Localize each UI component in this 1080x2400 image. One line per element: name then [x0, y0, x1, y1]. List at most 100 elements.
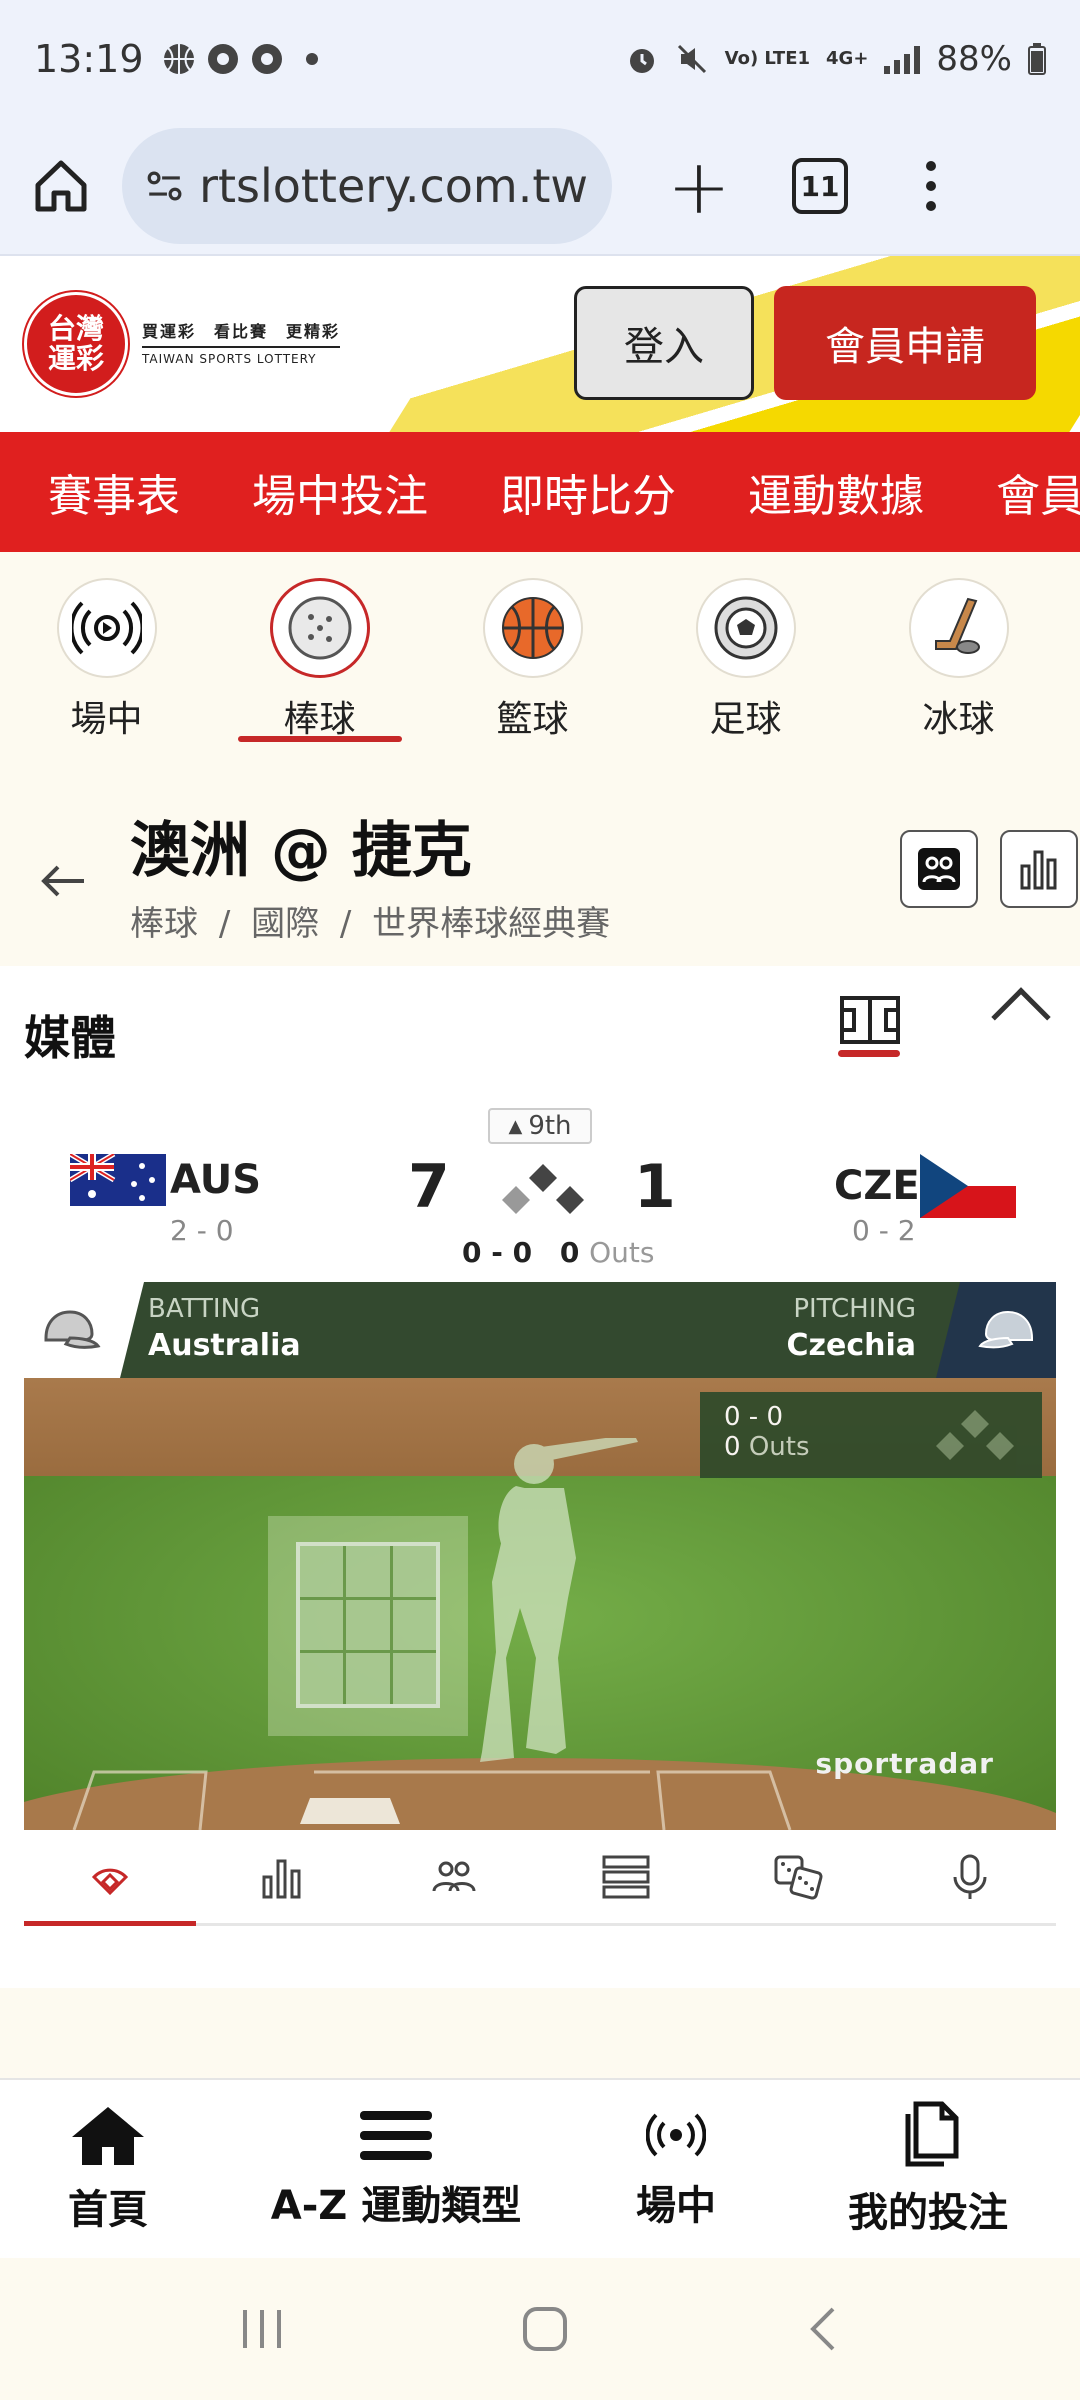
address-bar[interactable]: rtslottery.com.tw	[122, 128, 612, 244]
login-button[interactable]: 登入	[574, 286, 754, 400]
betslip-icon	[905, 2101, 959, 2167]
sport-tab-soccer[interactable]: 足球	[639, 552, 852, 752]
media-section: 媒體 ▲ 9th AUS 2 - 0 7 1 0 - 0 0 Outs CZE 0…	[0, 966, 1080, 1988]
sport-tab-basketball[interactable]: 籃球	[426, 552, 639, 752]
app-nav-home[interactable]: 首頁	[0, 2080, 216, 2258]
bases-icon	[502, 1164, 584, 1214]
sport-tab-hockey[interactable]: 冰球	[852, 552, 1065, 752]
main-nav: 賽事表 場中投注 即時比分 運動數據 會員	[0, 432, 1080, 552]
nav-live-scores[interactable]: 即時比分	[452, 460, 700, 524]
tab-commentary[interactable]	[884, 1830, 1056, 1923]
home-icon[interactable]	[30, 155, 92, 217]
baseball-field-visualization: 0 - 0 0 Outs sportradar	[24, 1378, 1056, 1830]
nav-sports-data[interactable]: 運動數據	[700, 460, 948, 524]
mic-icon	[953, 1854, 987, 1899]
pitching-cap-icon	[936, 1282, 1056, 1378]
scoreboard: ▲ 9th AUS 2 - 0 7 1 0 - 0 0 Outs CZE 0 - …	[0, 1108, 1080, 1269]
app-nav-live[interactable]: 場中	[576, 2080, 776, 2258]
breadcrumb: 棒球 / 國際 / 世界棒球經典賽	[130, 896, 610, 945]
live-icon	[56, 578, 157, 678]
nav-schedule[interactable]: 賽事表	[0, 460, 204, 524]
list-icon	[602, 1855, 650, 1898]
breadcrumb-item[interactable]: 棒球	[130, 904, 198, 944]
sport-tab-baseball[interactable]: 棒球	[213, 552, 426, 752]
logo-subtitle: TAIWAN SPORTS LOTTERY	[142, 346, 341, 366]
site-settings-icon[interactable]	[146, 166, 183, 206]
chrome-icon	[207, 44, 238, 74]
count-line: 0 - 0 0 Outs	[462, 1236, 654, 1269]
register-button[interactable]: 會員申請	[774, 286, 1036, 400]
breadcrumb-item[interactable]: 世界棒球經典賽	[372, 904, 610, 944]
stats-button[interactable]	[1000, 830, 1078, 908]
tab-lineup[interactable]	[368, 1830, 540, 1923]
recent-apps-icon[interactable]	[237, 2306, 287, 2352]
sport-tab-label: 籃球	[496, 699, 569, 740]
batting-bar: BATTING Australia PITCHING Czechia	[24, 1282, 1056, 1378]
batter-silhouette	[480, 1438, 638, 1762]
app-nav-label: 場中	[636, 2183, 716, 2229]
count-overlay: 0 - 0 0 Outs	[700, 1392, 1042, 1478]
sport-tab-label: 冰球	[922, 699, 995, 740]
overlay-bases-icon	[936, 1410, 1014, 1460]
collapse-chevron-icon[interactable]	[991, 987, 1051, 1047]
new-tab-button[interactable]: +	[664, 142, 734, 231]
tab-count-button[interactable]: 11	[792, 158, 848, 214]
mute-icon	[677, 44, 706, 74]
back-button-icon[interactable]	[803, 2304, 843, 2354]
lineup-icon	[918, 848, 960, 890]
dot-icon	[305, 53, 318, 65]
sport-tab-live[interactable]: 場中	[0, 552, 213, 752]
network-type: 4G+	[826, 48, 869, 69]
lineup-button[interactable]	[900, 830, 978, 908]
bottom-app-nav: 首頁 A-Z 運動類型 場中 我的投注	[0, 2078, 1080, 2258]
sport-tab-label: 棒球	[283, 699, 356, 740]
nav-live-betting[interactable]: 場中投注	[204, 460, 452, 524]
app-nav-my-bets[interactable]: 我的投注	[776, 2080, 1080, 2258]
baseball-icon	[269, 578, 370, 678]
breadcrumb-item[interactable]: 國際	[251, 904, 319, 944]
live-icon	[646, 2113, 706, 2157]
app-nav-label: 首頁	[68, 2187, 148, 2233]
czech-flag-icon	[919, 1154, 1016, 1218]
home-icon	[72, 2107, 144, 2165]
dice-icon	[774, 1855, 823, 1900]
home-button-icon[interactable]	[520, 2304, 570, 2354]
chrome-icon	[251, 44, 282, 74]
system-nav-bar	[0, 2258, 1080, 2400]
nav-member[interactable]: 會員	[948, 460, 1080, 524]
battery-level: 88%	[936, 39, 1012, 79]
logo-tagline: 買運彩 看比賽 更精彩	[142, 322, 341, 341]
sportradar-logo: sportradar	[815, 1747, 994, 1780]
browser-toolbar: rtslottery.com.tw + 11	[0, 118, 1080, 256]
status-bar: 13:19 Vo) LTE1 4G+ 88%	[0, 0, 1080, 118]
browser-menu-button[interactable]	[926, 161, 936, 211]
home-score: 7	[408, 1152, 450, 1222]
site-logo[interactable]: 台灣運彩	[24, 292, 128, 396]
ball-strike-count: 0 - 0	[462, 1236, 533, 1269]
overlay-outs-value: 0	[724, 1432, 741, 1462]
url-text: rtslottery.com.tw	[199, 159, 588, 213]
soccer-icon	[695, 578, 796, 678]
australia-flag-icon	[70, 1154, 166, 1206]
tab-dice[interactable]	[712, 1830, 884, 1923]
back-arrow-icon[interactable]	[40, 852, 86, 912]
app-nav-sports-az[interactable]: A-Z 運動類型	[216, 2080, 576, 2258]
media-title: 媒體	[24, 1011, 116, 1065]
outs-value: 0	[559, 1236, 580, 1269]
hockey-icon	[908, 578, 1009, 678]
inning-indicator: ▲ 9th	[488, 1108, 592, 1144]
app-nav-label: 我的投注	[848, 2190, 1008, 2236]
site-header: 台灣運彩 買運彩 看比賽 更精彩 TAIWAN SPORTS LOTTERY 登…	[0, 256, 1080, 432]
tab-field[interactable]	[24, 1830, 196, 1926]
batting-label: BATTING	[148, 1294, 261, 1324]
away-team-record: 0 - 2	[852, 1214, 916, 1247]
field-view-icon[interactable]	[840, 996, 900, 1048]
tab-list[interactable]	[540, 1830, 712, 1923]
alarm-icon	[629, 49, 654, 73]
home-team: AUS	[70, 1154, 261, 1206]
active-media-tab-indicator	[838, 1050, 900, 1057]
match-header: 澳洲 @ 捷克 棒球 / 國際 / 世界棒球經典賽	[0, 752, 1080, 966]
tab-stats[interactable]	[196, 1830, 368, 1923]
away-score: 1	[634, 1152, 676, 1222]
app-nav-label: A-Z 運動類型	[270, 2183, 522, 2229]
